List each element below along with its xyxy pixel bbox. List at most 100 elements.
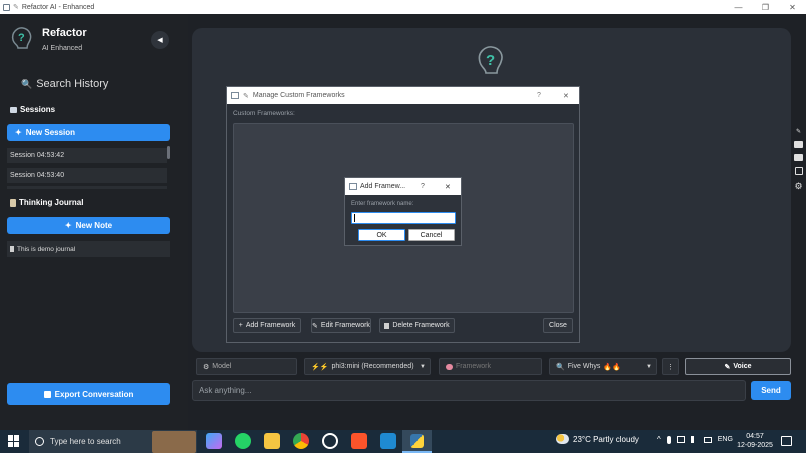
chat-icon (10, 106, 17, 113)
new-note-button[interactable]: ✦ New Note (7, 217, 170, 234)
technique-select[interactable]: 🔍 Five Whys 🔥🔥 ▼ (549, 358, 657, 375)
chevron-down-icon: ▼ (646, 363, 652, 370)
collapse-sidebar-button[interactable]: ◀ (151, 31, 169, 49)
window-icon (231, 92, 239, 99)
chat-input[interactable]: Ask anything... (192, 380, 746, 401)
gear-icon[interactable]: ⚙ (794, 181, 802, 192)
svg-text:?: ? (18, 32, 25, 44)
brave-icon[interactable] (351, 433, 367, 449)
battery-icon[interactable] (703, 436, 712, 443)
openai-icon[interactable] (322, 433, 338, 449)
sessions-scroll-track (7, 186, 167, 189)
model-dropdown-label[interactable]: ⚙ Model (196, 358, 297, 375)
copilot-icon[interactable] (206, 433, 222, 449)
dialog-close-button[interactable]: ✕ (563, 92, 569, 100)
app-icon (3, 3, 10, 11)
microphone-icon[interactable] (666, 435, 671, 444)
chevron-down-icon: ▼ (420, 363, 426, 370)
settings-icon: ⚙ (203, 363, 210, 371)
send-button[interactable]: Send (751, 381, 791, 400)
note-icon (10, 246, 14, 252)
chevron-up-icon[interactable]: ^ (657, 435, 661, 444)
video-icon[interactable] (794, 154, 803, 161)
add-dialog-titlebar: Add Framew... ? ✕ (345, 178, 461, 195)
chevron-left-icon: ◀ (157, 37, 163, 44)
manage-dialog-title: Manage Custom Frameworks (252, 92, 345, 99)
sparkle-icon: ✦ (15, 128, 22, 137)
clock[interactable]: 04:57 12-09-2025 (737, 432, 773, 450)
sessions-heading: Sessions (10, 105, 55, 114)
clock-date: 12-09-2025 (737, 442, 773, 449)
microphone-icon: ✎ (724, 363, 731, 371)
chrome-icon[interactable] (293, 433, 309, 449)
app-subtitle: AI Enhanced (42, 45, 83, 52)
search-icon (35, 437, 44, 446)
close-dialog-button[interactable]: Close (543, 318, 573, 333)
camera-icon[interactable] (794, 141, 803, 148)
export-conversation-button[interactable]: Export Conversation (7, 383, 170, 405)
window-title-bar: ✎ Refactor AI - Enhanced — ❐ ✕ (0, 0, 806, 14)
edit-icon: ✎ (312, 322, 318, 330)
custom-frameworks-label: Custom Frameworks: (233, 110, 295, 117)
voice-button[interactable]: ✎ Voice (685, 358, 791, 375)
window-title: ✎ Refactor AI - Enhanced (3, 3, 94, 11)
right-toolbar: ✎ ⚙ (791, 128, 806, 196)
search-highlight-image (152, 431, 196, 453)
maximize-button[interactable]: ❐ (752, 0, 779, 14)
edit-framework-button[interactable]: ✎ Edit Framework (311, 318, 371, 333)
language-indicator[interactable]: ENG (718, 436, 733, 443)
volume-icon[interactable] (690, 436, 698, 443)
pencil-icon: ✎ (13, 4, 19, 11)
sparkle-icon: ✦ (64, 221, 72, 230)
session-item[interactable]: Session 04:53:40 (7, 168, 167, 183)
network-icon[interactable] (676, 436, 685, 443)
more-options-button[interactable]: ⋮ (662, 358, 679, 375)
lightning-icon: ⚡⚡ (311, 363, 329, 371)
search-icon: 🔍 (556, 363, 565, 371)
notebook-icon (10, 198, 16, 207)
journal-heading: Thinking Journal (10, 198, 83, 207)
fire-icon: 🔥🔥 (603, 363, 621, 371)
ok-button[interactable]: OK (358, 229, 405, 241)
session-item[interactable]: Session 04:53:42 (7, 148, 167, 163)
framework-dropdown-label[interactable]: Framework (439, 358, 542, 375)
clock-time: 04:57 (746, 433, 764, 440)
sessions-scrollbar[interactable] (167, 146, 170, 159)
model-select[interactable]: ⚡⚡ phi3:mini (Recommended) ▼ (304, 358, 431, 375)
search-history-link[interactable]: 🔍 Search History (21, 78, 108, 90)
vscode-icon[interactable] (380, 433, 396, 449)
text-cursor (354, 214, 355, 222)
system-tray: ^ ENG (657, 435, 733, 444)
file-explorer-icon[interactable] (264, 433, 280, 449)
dialog-close-button[interactable]: ✕ (445, 183, 451, 191)
framework-name-input[interactable] (351, 212, 456, 224)
add-dialog-title: Add Framew... (360, 183, 406, 190)
window-icon (349, 183, 357, 190)
journal-item[interactable]: This is demo journal (7, 241, 170, 257)
trash-icon (384, 322, 390, 329)
python-app-taskbar-button[interactable] (402, 430, 432, 453)
app-logo-icon: ? (9, 26, 33, 52)
notification-icon[interactable] (781, 436, 792, 446)
pen-icon[interactable]: ✎ (796, 128, 801, 135)
delete-framework-button[interactable]: Delete Framework (379, 318, 455, 333)
add-framework-dialog: Add Framew... ? ✕ Enter framework name: … (344, 177, 462, 246)
framework-name-label: Enter framework name: (351, 201, 414, 207)
manage-dialog-titlebar: ✎ Manage Custom Frameworks ? ✕ (227, 87, 579, 104)
copy-icon[interactable] (794, 167, 803, 175)
center-logo-icon: ? (475, 44, 505, 78)
python-icon (410, 433, 424, 448)
cancel-button[interactable]: Cancel (408, 229, 455, 241)
partly-cloudy-icon (556, 434, 569, 444)
weather-widget[interactable]: 23°C Partly cloudy (556, 434, 639, 444)
close-button[interactable]: ✕ (779, 0, 806, 14)
whatsapp-icon[interactable] (235, 433, 251, 449)
add-framework-button[interactable]: + Add Framework (233, 318, 301, 333)
help-button[interactable]: ? (421, 183, 425, 190)
windows-start-icon[interactable] (8, 435, 20, 447)
new-session-button[interactable]: ✦ New Session (7, 124, 170, 141)
help-button[interactable]: ? (537, 92, 541, 99)
app-name: Refactor (42, 27, 87, 39)
search-icon: 🔍 (21, 78, 33, 89)
minimize-button[interactable]: — (725, 0, 752, 14)
